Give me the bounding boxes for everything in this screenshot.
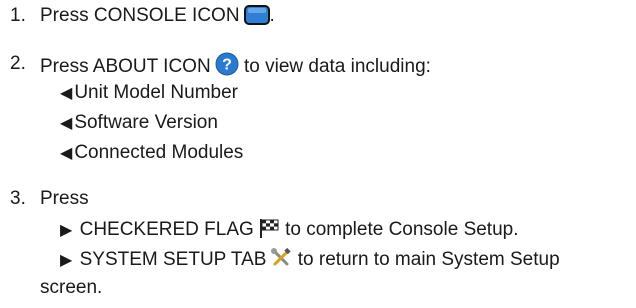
step-1-suffix: . xyxy=(269,5,275,26)
step-2-label: Press ABOUT ICON xyxy=(40,56,211,77)
checkered-flag-icon xyxy=(258,217,280,246)
step-2-suffix: to view data including: xyxy=(243,56,431,77)
about-question-icon: ? xyxy=(215,52,239,83)
step-3-label: Press xyxy=(40,188,89,209)
right-triangle-icon: ▶ xyxy=(60,252,73,269)
step-number: 2. xyxy=(10,53,26,74)
subitem-text: Unit Model Number xyxy=(74,82,238,103)
subitem-pre: CHECKERED FLAG xyxy=(79,219,254,240)
subitem-post: to complete Console Setup. xyxy=(285,219,519,240)
subitem-text: Software Version xyxy=(74,112,218,133)
step-1-label: Press CONSOLE ICON xyxy=(40,5,240,26)
step-text: Press CONSOLE ICON . xyxy=(40,4,275,32)
subitem-pre: SYSTEM SETUP TAB xyxy=(79,249,267,270)
step-text: Press ABOUT ICON ? to view data includin… xyxy=(40,52,431,83)
console-icon xyxy=(243,5,270,32)
subitem-post: to return to main System Setup xyxy=(297,249,560,270)
step-number: 1. xyxy=(10,5,26,26)
step-number: 3. xyxy=(10,188,26,209)
continuation-text: screen. xyxy=(40,277,103,298)
system-setup-wrench-icon xyxy=(270,247,292,276)
left-triangle-icon: ◀ xyxy=(60,115,73,132)
right-triangle-icon: ▶ xyxy=(60,222,73,239)
svg-text:?: ? xyxy=(222,57,232,74)
left-triangle-icon: ◀ xyxy=(60,85,73,102)
left-triangle-icon: ◀ xyxy=(60,145,73,162)
subitem-text: Connected Modules xyxy=(74,142,244,163)
